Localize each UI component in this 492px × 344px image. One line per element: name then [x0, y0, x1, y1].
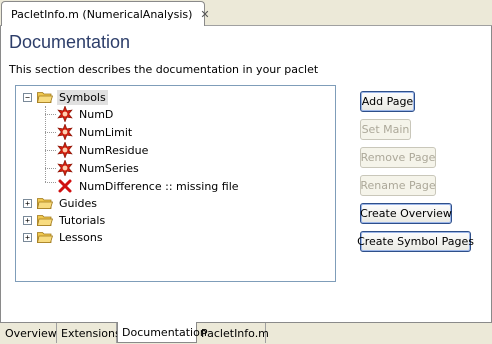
- tree-node-label: NumResidue: [79, 143, 149, 157]
- collapse-toggle-icon[interactable]: −: [23, 92, 32, 102]
- tree-node-label: Guides: [59, 196, 98, 210]
- tab-overview[interactable]: Overview: [1, 323, 57, 343]
- tree-connector: [45, 106, 46, 182]
- add-page-button[interactable]: Add Page: [360, 91, 415, 112]
- expand-toggle-icon[interactable]: +: [23, 232, 32, 242]
- tree-connector: [45, 182, 56, 183]
- tree-node-symbol[interactable]: NumLimit: [57, 123, 134, 141]
- tree-node-label: Tutorials: [59, 213, 106, 227]
- editor-page-tabs: Overview Extensions Documentation Paclet…: [0, 322, 492, 344]
- create-symbol-pages-button[interactable]: Create Symbol Pages: [357, 231, 474, 252]
- close-icon[interactable]: ✕: [200, 8, 209, 21]
- symbol-star-icon: [57, 124, 73, 140]
- documentation-section: Documentation This section describes the…: [0, 26, 492, 322]
- remove-page-button[interactable]: Remove Page: [360, 147, 436, 168]
- folder-open-icon: [37, 92, 53, 103]
- tree-node-tutorials[interactable]: + Tutorials: [23, 211, 107, 229]
- expand-toggle-icon[interactable]: +: [23, 198, 32, 208]
- tree-connector: [45, 114, 56, 115]
- tree-connector: [45, 132, 56, 133]
- folder-icon: [37, 215, 53, 226]
- symbol-star-icon: [57, 142, 73, 158]
- folder-icon: [37, 198, 53, 209]
- set-main-button[interactable]: Set Main: [360, 119, 411, 140]
- editor-tab-title: PacletInfo.m (NumericalAnalysis): [11, 7, 193, 21]
- tab-extensions[interactable]: Extensions: [57, 323, 121, 343]
- tab-documentation[interactable]: Documentation: [117, 322, 207, 343]
- page-title: Documentation: [9, 32, 131, 52]
- tree-node-label: NumDifference :: missing file: [79, 179, 239, 193]
- editor-tab[interactable]: PacletInfo.m (NumericalAnalysis) ✕: [1, 1, 210, 26]
- tree-node-label: NumLimit: [79, 125, 133, 139]
- tree-connector: [45, 168, 56, 169]
- tree-node-label: Lessons: [59, 230, 103, 244]
- tree-node-label: NumSeries: [79, 161, 139, 175]
- rename-page-button[interactable]: Rename Page: [360, 175, 436, 196]
- tree-node-symbol[interactable]: NumD: [57, 105, 115, 123]
- error-x-icon: [58, 179, 72, 193]
- tree-node-missing-symbol[interactable]: NumDifference :: missing file: [57, 177, 241, 195]
- tree-connector: [45, 150, 56, 151]
- tree-node-label: Symbols: [57, 89, 108, 105]
- tree-node-label: NumD: [79, 107, 114, 121]
- symbol-star-icon: [57, 160, 73, 176]
- tree-node-lessons[interactable]: + Lessons: [23, 228, 105, 246]
- create-overview-button[interactable]: Create Overview: [360, 203, 452, 224]
- editor-tab-strip: PacletInfo.m (NumericalAnalysis) ✕: [0, 0, 492, 26]
- symbol-star-icon: [57, 106, 73, 122]
- tree-node-symbols[interactable]: − Symbols: [23, 88, 108, 106]
- tree-node-guides[interactable]: + Guides: [23, 194, 99, 212]
- section-description: This section describes the documentation…: [9, 63, 319, 76]
- tab-pacletinfo[interactable]: PacletInfo.m: [197, 323, 269, 343]
- tree-node-symbol[interactable]: NumSeries: [57, 159, 141, 177]
- tree-node-symbol[interactable]: NumResidue: [57, 141, 150, 159]
- folder-icon: [37, 232, 53, 243]
- expand-toggle-icon[interactable]: +: [23, 215, 32, 225]
- documentation-tree[interactable]: − Symbols NumD NumLimit NumResidue NumSe…: [15, 85, 336, 282]
